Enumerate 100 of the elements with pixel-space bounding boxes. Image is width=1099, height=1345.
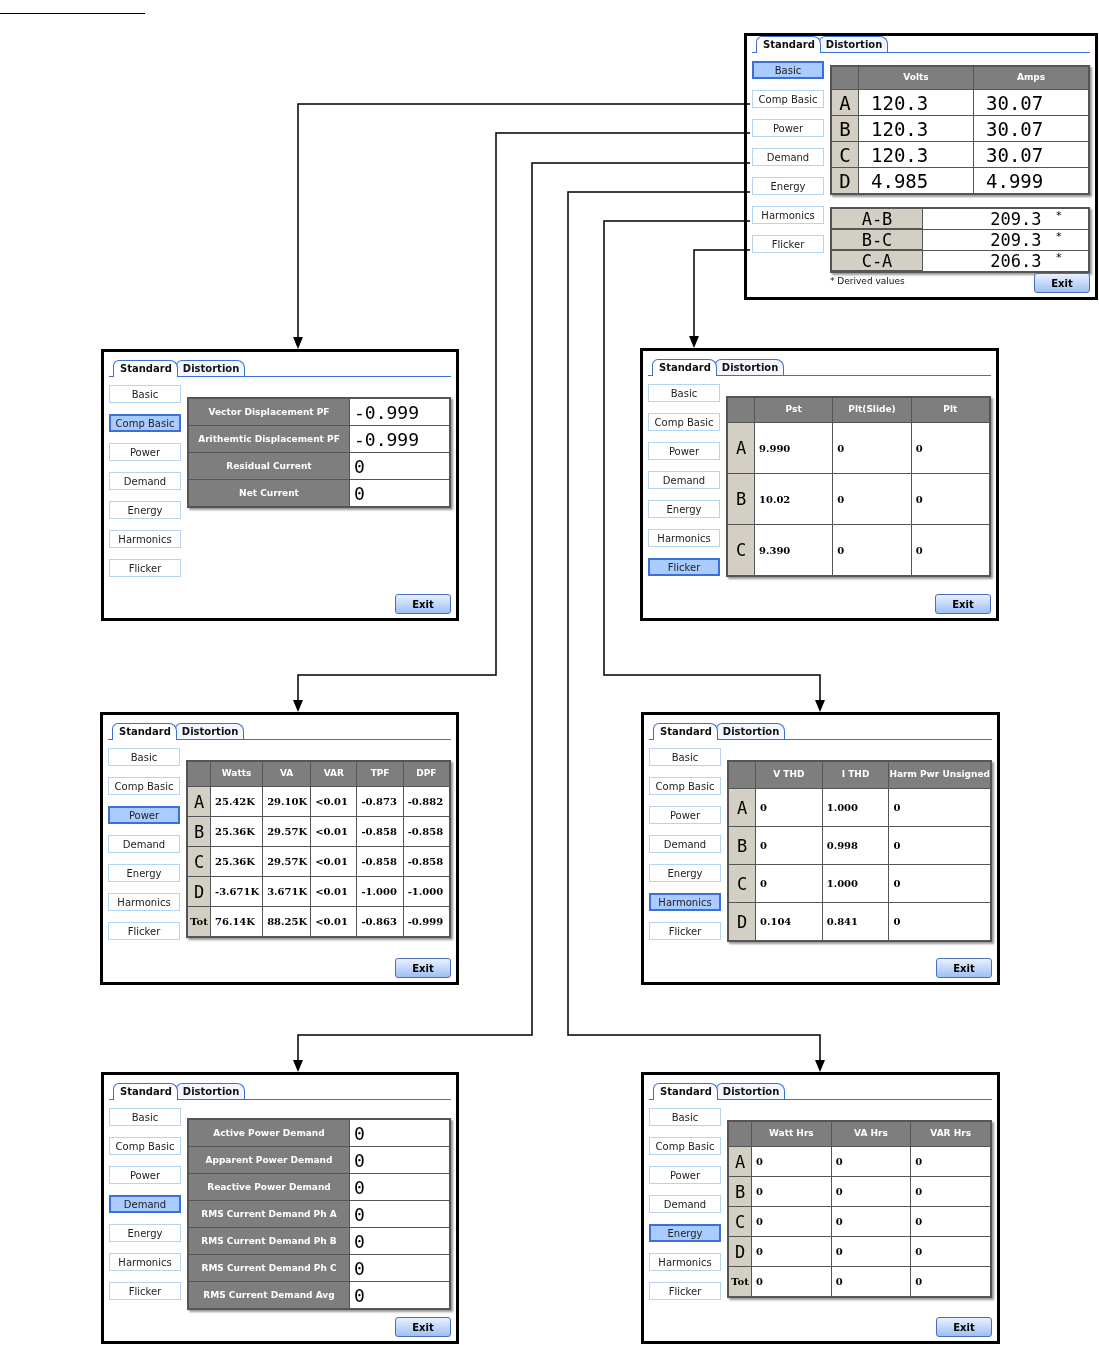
nav-button[interactable]: Harmonics: [649, 1253, 721, 1271]
phase-label: C: [832, 142, 858, 167]
nav-button[interactable]: Flicker: [752, 235, 824, 253]
table-cell: 3.671K: [263, 877, 311, 906]
table-cell: 0: [831, 1177, 911, 1206]
table-cell: 0: [752, 1267, 831, 1296]
column-header: Plt: [911, 398, 989, 422]
phase-label: C: [729, 1207, 751, 1236]
row-label: Apparent Power Demand: [189, 1147, 349, 1173]
tab[interactable]: Distortion: [818, 36, 889, 52]
tab[interactable]: Standard: [756, 36, 821, 53]
corner-header: [832, 67, 858, 89]
nav-button[interactable]: Power: [648, 442, 720, 460]
table-cell: 0: [911, 1177, 990, 1206]
column-header: Watt Hrs: [752, 1122, 831, 1146]
exit-button[interactable]: Exit: [395, 594, 451, 614]
tab[interactable]: Distortion: [715, 723, 786, 739]
nav-button[interactable]: Flicker: [648, 558, 720, 576]
row-label: Net Current: [189, 480, 349, 506]
tab[interactable]: Distortion: [175, 360, 246, 376]
table-cell: -0.858: [403, 817, 449, 846]
nav-button[interactable]: Comp Basic: [649, 777, 721, 795]
exit-button[interactable]: Exit: [935, 594, 991, 614]
nav-button[interactable]: Energy: [649, 864, 721, 882]
nav-button[interactable]: Power: [108, 806, 180, 824]
nav-button[interactable]: Harmonics: [108, 893, 180, 911]
nav-button[interactable]: Energy: [108, 864, 180, 882]
tab[interactable]: Standard: [653, 1083, 718, 1100]
nav-button[interactable]: Flicker: [649, 1282, 721, 1300]
nav-button[interactable]: Power: [109, 1166, 181, 1184]
phase-label: D: [729, 903, 755, 940]
exit-button[interactable]: Exit: [1034, 273, 1090, 293]
nav-button[interactable]: Flicker: [108, 922, 180, 940]
table-cell: 0: [752, 1147, 831, 1176]
table-cell: -0.999: [350, 399, 449, 425]
exit-button[interactable]: Exit: [395, 1317, 451, 1337]
nav-button[interactable]: Basic: [109, 385, 181, 403]
tab[interactable]: Distortion: [714, 359, 785, 375]
nav-button[interactable]: Energy: [109, 1224, 181, 1242]
nav-button[interactable]: Demand: [109, 1195, 181, 1213]
table-cell: 0: [911, 423, 989, 473]
tab[interactable]: Standard: [113, 360, 178, 377]
nav-button[interactable]: Comp Basic: [649, 1137, 721, 1155]
table-cell: 120.3: [859, 90, 973, 115]
nav-button[interactable]: Comp Basic: [109, 414, 181, 432]
tab[interactable]: Distortion: [174, 723, 245, 739]
phase-label: C-A: [832, 251, 922, 270]
nav-button[interactable]: Flicker: [109, 1282, 181, 1300]
table-cell: 0: [752, 1207, 831, 1236]
tab[interactable]: Standard: [652, 359, 717, 376]
nav-button[interactable]: Power: [649, 806, 721, 824]
table-cell: 0: [833, 525, 911, 575]
nav-button[interactable]: Basic: [648, 384, 720, 402]
nav-button[interactable]: Basic: [752, 61, 824, 79]
nav-button[interactable]: Harmonics: [752, 206, 824, 224]
nav-button[interactable]: Energy: [648, 500, 720, 518]
tab[interactable]: Standard: [113, 1083, 178, 1100]
tab[interactable]: Standard: [112, 723, 177, 740]
nav-button[interactable]: Comp Basic: [108, 777, 180, 795]
nav-button[interactable]: Harmonics: [649, 893, 721, 911]
exit-button[interactable]: Exit: [395, 958, 451, 978]
nav-button[interactable]: Harmonics: [648, 529, 720, 547]
nav-button[interactable]: Demand: [649, 1195, 721, 1213]
table-cell: 209.3 *: [923, 230, 1088, 250]
nav-button[interactable]: Basic: [109, 1108, 181, 1126]
phase-label: Tot: [729, 1267, 751, 1296]
nav-button[interactable]: Flicker: [649, 922, 721, 940]
tab[interactable]: Distortion: [715, 1083, 786, 1099]
column-header: VA Hrs: [831, 1122, 911, 1146]
tab[interactable]: Distortion: [175, 1083, 246, 1099]
table-cell: -0.873: [357, 787, 403, 816]
nav-button[interactable]: Power: [109, 443, 181, 461]
nav-button[interactable]: Harmonics: [109, 1253, 181, 1271]
nav-button[interactable]: Basic: [108, 748, 180, 766]
nav-button[interactable]: Flicker: [109, 559, 181, 577]
nav-button[interactable]: Power: [649, 1166, 721, 1184]
nav-button[interactable]: Energy: [109, 501, 181, 519]
nav-button[interactable]: Basic: [649, 1108, 721, 1126]
exit-button[interactable]: Exit: [936, 958, 992, 978]
nav-button[interactable]: Comp Basic: [752, 90, 824, 108]
nav-button[interactable]: Harmonics: [109, 530, 181, 548]
nav-button[interactable]: Demand: [649, 835, 721, 853]
tab[interactable]: Standard: [653, 723, 718, 740]
nav-button[interactable]: Comp Basic: [109, 1137, 181, 1155]
phase-label: B: [729, 827, 755, 864]
table-cell: 30.07: [974, 90, 1088, 115]
nav-button[interactable]: Demand: [109, 472, 181, 490]
nav-button[interactable]: Comp Basic: [648, 413, 720, 431]
nav-button[interactable]: Basic: [649, 748, 721, 766]
nav-button[interactable]: Energy: [649, 1224, 721, 1242]
phase-label: D: [188, 877, 210, 906]
nav-button[interactable]: Power: [752, 119, 824, 137]
nav-button[interactable]: Demand: [108, 835, 180, 853]
table-cell: 0: [756, 827, 822, 864]
nav-button[interactable]: Energy: [752, 177, 824, 195]
nav-button[interactable]: Demand: [648, 471, 720, 489]
exit-button[interactable]: Exit: [936, 1317, 992, 1337]
nav-button[interactable]: Demand: [752, 148, 824, 166]
table-cell: 0: [889, 903, 990, 940]
phase-label: A: [729, 789, 755, 826]
